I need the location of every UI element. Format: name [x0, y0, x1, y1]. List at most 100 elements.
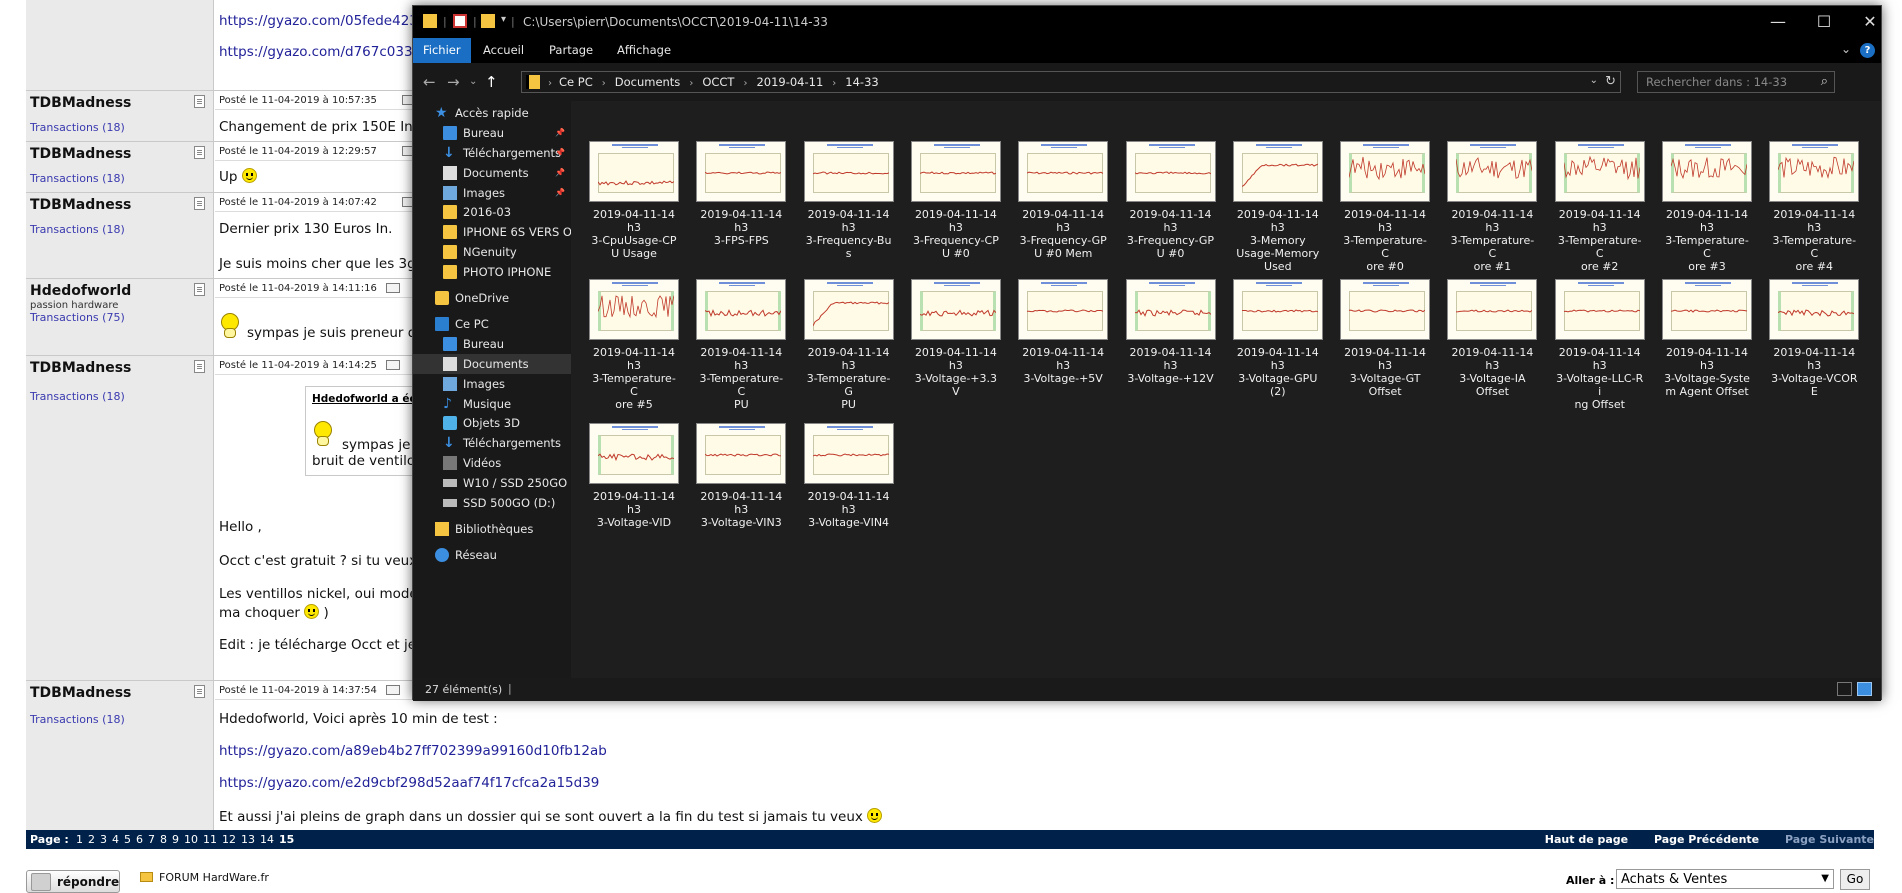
minimize-icon[interactable]: — — [1755, 6, 1801, 38]
file-item[interactable]: 2019-04-11-14h3 3-Voltage-LLC-Ri ng Offset — [1554, 279, 1645, 411]
nav-item[interactable]: ↓ Téléchargements 📌 — [413, 143, 571, 163]
transactions-link[interactable]: Transactions (18) — [30, 390, 125, 403]
file-item[interactable]: 2019-04-11-14h3 3-Temperature-C ore #1 — [1447, 141, 1538, 273]
file-item[interactable]: 2019-04-11-14h3 3-Voltage-VID — [589, 423, 679, 529]
nav-item[interactable]: Documents — [413, 354, 571, 374]
nav-item[interactable]: ★ Accès rapide — [413, 103, 571, 123]
nav-item[interactable]: Réseau — [413, 545, 571, 565]
file-item[interactable]: 2019-04-11-14h3 3-Voltage-+5V — [1018, 279, 1109, 385]
breadcrumb-item[interactable]: 14-33 — [845, 75, 878, 89]
profile-icon[interactable] — [194, 95, 205, 108]
file-item[interactable]: 2019-04-11-14h3 3-Voltage-VIN3 — [696, 423, 787, 529]
nav-item[interactable]: Bureau — [413, 334, 571, 354]
author-name[interactable]: TDBMadness — [30, 360, 131, 376]
file-item[interactable]: 2019-04-11-14h3 3-Temperature-C PU — [696, 279, 787, 411]
file-item[interactable]: 2019-04-11-14h3 3-Voltage-GPU (2) — [1232, 279, 1323, 398]
nav-item[interactable]: Documents 📌 — [413, 163, 571, 183]
breadcrumb-item[interactable]: 2019-04-11 — [756, 75, 823, 89]
profile-icon[interactable] — [194, 283, 205, 296]
page-number-link[interactable]: 9 — [172, 833, 179, 846]
breadcrumb-item[interactable]: Ce PC — [559, 75, 593, 89]
file-item[interactable]: 2019-04-11-14h3 3-Voltage-GT Offset — [1340, 279, 1431, 398]
author-name[interactable]: TDBMadness — [30, 146, 131, 162]
goto-select[interactable]: Achats & Ventes ▼ — [1616, 869, 1834, 889]
help-icon[interactable]: ? — [1860, 43, 1875, 58]
nav-item[interactable]: Objets 3D — [413, 413, 571, 433]
page-number-link[interactable]: 1 — [76, 833, 83, 846]
refresh-icon[interactable]: ↻ — [1605, 74, 1616, 89]
page-number-link[interactable]: 2 — [88, 833, 95, 846]
forum-breadcrumb[interactable]: FORUM HardWare.fr — [140, 871, 269, 884]
tab-accueil[interactable]: Accueil — [473, 38, 534, 63]
reply-button[interactable]: répondre — [26, 870, 120, 893]
nav-item[interactable]: Images — [413, 374, 571, 394]
nav-item[interactable]: NGenuity — [413, 242, 571, 262]
page-number-link[interactable]: 12 — [222, 833, 236, 846]
top-of-page-link[interactable]: Haut de page — [1545, 833, 1628, 846]
author-name[interactable]: TDBMadness — [30, 95, 131, 111]
file-item[interactable]: 2019-04-11-14h3 3-Voltage-+3.3V — [910, 279, 1001, 398]
properties-icon[interactable] — [453, 14, 467, 28]
page-number-link[interactable]: 4 — [112, 833, 119, 846]
large-icons-view-icon[interactable] — [1857, 682, 1872, 696]
search-input[interactable]: Rechercher dans : 14-33 ⌕ — [1637, 71, 1835, 93]
file-item[interactable]: 2019-04-11-14h3 3-Temperature-C ore #0 — [1340, 141, 1431, 273]
quote-icon[interactable] — [386, 283, 400, 293]
file-item[interactable]: 2019-04-11-14h3 3-Voltage-+12V — [1125, 279, 1216, 385]
file-item[interactable]: 2019-04-11-14h3 3-Temperature-C ore #3 — [1662, 141, 1752, 273]
maximize-icon[interactable]: ☐ — [1801, 6, 1847, 38]
nav-item[interactable]: W10 / SSD 250GO (C — [413, 473, 571, 493]
file-item[interactable]: 2019-04-11-14h3 3-Temperature-C ore #4 — [1769, 141, 1860, 273]
page-number-link[interactable]: 14 — [260, 833, 274, 846]
up-arrow-icon[interactable]: ↑ — [485, 73, 498, 91]
page-number-link[interactable]: 11 — [203, 833, 217, 846]
chevron-down-icon[interactable]: ⌄ — [1590, 75, 1598, 86]
file-item[interactable]: 2019-04-11-14h3 3-Temperature-C ore #2 — [1554, 141, 1645, 273]
author-name[interactable]: TDBMadness — [30, 685, 131, 701]
file-item[interactable]: 2019-04-11-14h3 3-Frequency-GP U #0 — [1125, 141, 1216, 260]
nav-item[interactable]: PHOTO IPHONE — [413, 262, 571, 282]
profile-icon[interactable] — [194, 197, 205, 210]
file-item[interactable]: 2019-04-11-14h3 3-Voltage-IA Offset — [1447, 279, 1538, 398]
post-link[interactable]: https://gyazo.com/e2d9cbf298d52aaf74f17c… — [219, 775, 599, 791]
author-name[interactable]: TDBMadness — [30, 197, 131, 213]
forward-arrow-icon[interactable]: → — [447, 73, 460, 91]
file-item[interactable]: 2019-04-11-14h3 3-Voltage-Syste m Agent Of… — [1662, 279, 1752, 398]
file-item[interactable]: 2019-04-11-14h3 3-Temperature-C ore #5 — [589, 279, 679, 411]
post-link[interactable]: https://gyazo.com/a89eb4b27ff702399a9916… — [219, 743, 607, 759]
expand-ribbon-icon[interactable]: ⌄ — [1841, 42, 1851, 56]
file-item[interactable]: 2019-04-11-14h3 3-Frequency-GP U #0 Mem — [1018, 141, 1109, 260]
nav-item[interactable]: Bibliothèques — [413, 519, 571, 539]
recent-locations-icon[interactable]: ⌄ — [469, 76, 477, 87]
page-number-link[interactable]: 3 — [100, 833, 107, 846]
previous-page-link[interactable]: Page Précédente — [1654, 833, 1759, 846]
breadcrumb-item[interactable]: OCCT — [702, 75, 734, 89]
nav-item[interactable]: IPHONE 6S VERS ON — [413, 222, 571, 242]
page-number-link[interactable]: 13 — [241, 833, 255, 846]
quote-icon[interactable] — [386, 685, 400, 695]
nav-item[interactable]: OneDrive — [413, 288, 571, 308]
transactions-link[interactable]: Transactions (18) — [30, 121, 125, 134]
nav-item[interactable]: ↓ Téléchargements — [413, 433, 571, 453]
go-button[interactable]: Go — [1840, 869, 1870, 890]
file-item[interactable]: 2019-04-11-14h3 3-Voltage-VCORE — [1769, 279, 1860, 398]
transactions-link[interactable]: Transactions (18) — [30, 223, 125, 236]
file-item[interactable]: 2019-04-11-14h3 3-Temperature-G PU — [803, 279, 894, 411]
tab-partage[interactable]: Partage — [539, 38, 603, 63]
file-item[interactable]: 2019-04-11-14h3 3-FPS-FPS — [696, 141, 787, 247]
transactions-link[interactable]: Transactions (75) — [30, 311, 125, 324]
back-arrow-icon[interactable]: ← — [423, 73, 436, 91]
transactions-link[interactable]: Transactions (18) — [30, 172, 125, 185]
details-view-icon[interactable] — [1837, 682, 1852, 696]
file-item[interactable]: 2019-04-11-14h3 3-Frequency-Bus — [803, 141, 894, 260]
tab-fichier[interactable]: Fichier — [413, 38, 471, 63]
page-number-link[interactable]: 5 — [124, 833, 131, 846]
nav-item[interactable]: ♪ Musique — [413, 394, 571, 414]
file-item[interactable]: 2019-04-11-14h3 3-Voltage-VIN4 — [803, 423, 894, 529]
post-link[interactable]: https://gyazo.com/05fede423 — [219, 13, 418, 29]
profile-icon[interactable] — [194, 685, 205, 698]
profile-icon[interactable] — [194, 360, 205, 373]
close-icon[interactable]: ✕ — [1847, 6, 1893, 38]
file-item[interactable]: 2019-04-11-14h3 3-Memory Usage-Memory Used — [1232, 141, 1323, 273]
file-item[interactable]: 2019-04-11-14h3 3-CpuUsage-CP U Usage — [589, 141, 679, 260]
